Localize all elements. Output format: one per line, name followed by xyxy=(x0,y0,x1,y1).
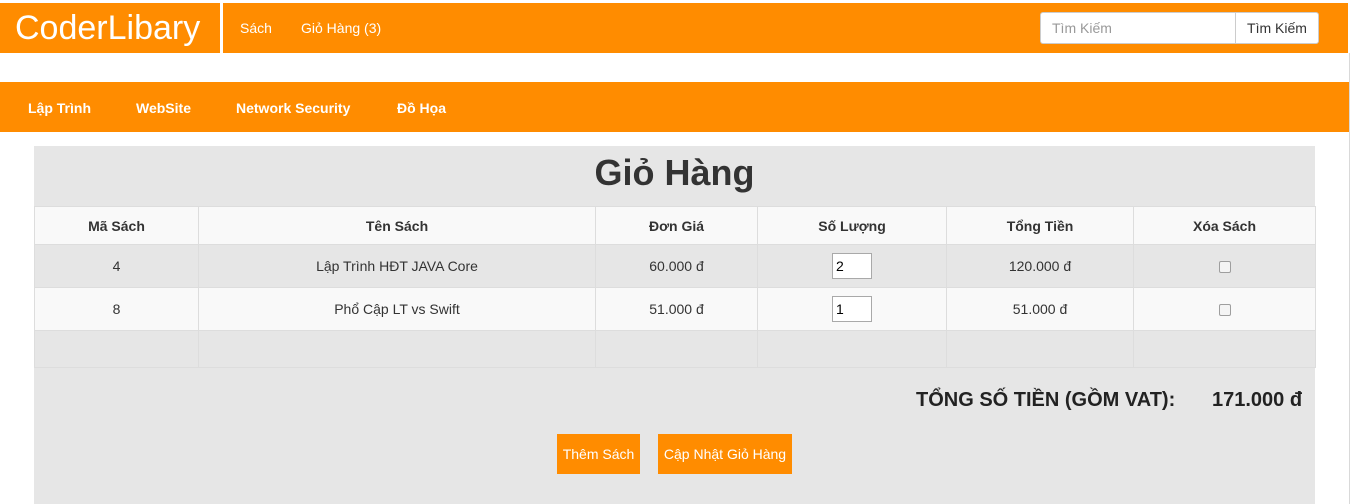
quantity-cell xyxy=(757,287,947,331)
book-name-cell: Phổ Cập LT vs Swift xyxy=(198,287,596,331)
table-row-empty xyxy=(34,330,1316,368)
column-header-unit-price: Đơn Giá xyxy=(595,206,758,245)
category-link-programming[interactable]: Lập Trình xyxy=(28,100,91,116)
page-border xyxy=(1349,53,1350,504)
update-cart-button[interactable]: Cập Nhật Giỏ Hàng xyxy=(658,434,792,474)
subtotal-cell: 120.000 đ xyxy=(946,244,1134,288)
delete-cell xyxy=(1133,287,1316,331)
delete-cell xyxy=(1133,244,1316,288)
nav-link-cart[interactable]: Giỏ Hàng (3) xyxy=(301,20,381,36)
total-label: TỔNG SỐ TIỀN (GỒM VAT): xyxy=(916,389,1176,411)
column-header-book-id: Mã Sách xyxy=(34,206,199,245)
table-header-row: Mã Sách Tên Sách Đơn Giá Số Lượng Tổng T… xyxy=(34,206,1316,245)
page-title: Giỏ Hàng xyxy=(594,152,755,193)
search-input[interactable] xyxy=(1040,12,1235,44)
brand-divider xyxy=(220,3,223,53)
unit-price-cell: 51.000 đ xyxy=(595,287,758,331)
delete-checkbox[interactable] xyxy=(1218,261,1231,274)
total-value: 171.000 đ xyxy=(1212,389,1303,411)
column-header-subtotal: Tổng Tiền xyxy=(946,206,1134,245)
unit-price-cell: 60.000 đ xyxy=(595,244,758,288)
quantity-input[interactable] xyxy=(832,296,872,322)
category-link-graphics[interactable]: Đồ Họa xyxy=(397,100,446,116)
top-navbar: CoderLibary Sách Giỏ Hàng (3) Tìm Kiếm xyxy=(0,3,1348,53)
quantity-cell xyxy=(757,244,947,288)
search-button[interactable]: Tìm Kiếm xyxy=(1235,12,1319,44)
brand-logo[interactable]: CoderLibary xyxy=(15,10,200,46)
nav-link-books[interactable]: Sách xyxy=(240,20,272,36)
add-book-button[interactable]: Thêm Sách xyxy=(557,434,640,474)
column-header-book-name: Tên Sách xyxy=(198,206,596,245)
table-row: 8 Phổ Cập LT vs Swift 51.000 đ 51.000 đ xyxy=(34,287,1316,331)
category-navbar: Lập Trình WebSite Network Security Đồ Họ… xyxy=(0,82,1350,132)
book-name-cell: Lập Trình HĐT JAVA Core xyxy=(198,244,596,288)
column-header-delete: Xóa Sách xyxy=(1133,206,1316,245)
category-link-website[interactable]: WebSite xyxy=(136,100,191,116)
quantity-input[interactable] xyxy=(832,253,872,279)
table-row: 4 Lập Trình HĐT JAVA Core 60.000 đ 120.0… xyxy=(34,244,1316,288)
category-link-network-security[interactable]: Network Security xyxy=(236,100,350,116)
book-id-cell: 8 xyxy=(34,287,199,331)
cart-panel: Giỏ Hàng Mã Sách Tên Sách Đơn Giá Số Lượ… xyxy=(34,146,1316,504)
book-id-cell: 4 xyxy=(34,244,199,288)
column-header-quantity: Số Lượng xyxy=(757,206,947,245)
cart-table: Mã Sách Tên Sách Đơn Giá Số Lượng Tổng T… xyxy=(34,206,1316,368)
delete-checkbox[interactable] xyxy=(1218,304,1231,317)
subtotal-cell: 51.000 đ xyxy=(946,287,1134,331)
